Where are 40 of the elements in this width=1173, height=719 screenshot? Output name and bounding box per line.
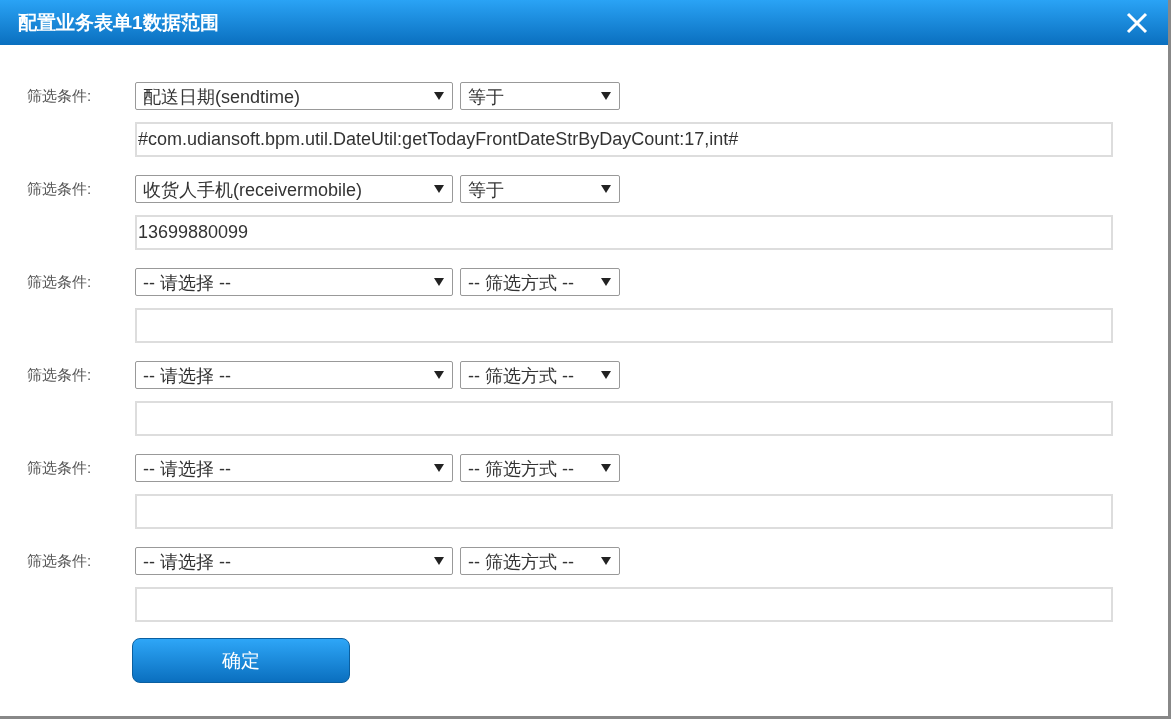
condition-label: 筛选条件:	[27, 551, 93, 571]
close-button[interactable]	[1126, 11, 1148, 34]
dropdown[interactable]: -- 筛选方式 --	[460, 547, 620, 575]
window-title: 配置业务表单1数据范围	[18, 10, 219, 35]
caret-icon	[601, 464, 611, 472]
dropdown[interactable]: -- 请选择 --	[135, 268, 453, 296]
caret-icon	[601, 92, 611, 100]
caret-icon	[601, 185, 611, 193]
condition-label: 筛选条件:	[27, 272, 93, 292]
dropdown[interactable]: -- 请选择 --	[135, 547, 453, 575]
caret-icon	[601, 278, 611, 286]
caret-icon	[434, 371, 444, 379]
dropdown[interactable]: -- 请选择 --	[135, 361, 453, 389]
condition-label: 筛选条件:	[27, 458, 93, 478]
dropdown[interactable]: -- 筛选方式 --	[460, 454, 620, 482]
caret-icon	[434, 92, 444, 100]
dropdown[interactable]: 收货人手机(receivermobile)	[135, 175, 453, 203]
value-field[interactable]	[135, 401, 1113, 436]
caret-icon	[434, 464, 444, 472]
caret-icon	[601, 557, 611, 565]
close-icon	[1126, 11, 1148, 34]
value-field[interactable]: 13699880099	[135, 215, 1113, 250]
confirm-button[interactable]: 确定	[132, 638, 350, 683]
value-field[interactable]	[135, 587, 1113, 622]
condition-label: 筛选条件:	[27, 179, 93, 199]
dropdown[interactable]: -- 筛选方式 --	[460, 361, 620, 389]
dropdown[interactable]: -- 筛选方式 --	[460, 268, 620, 296]
dropdown[interactable]: -- 请选择 --	[135, 454, 453, 482]
caret-icon	[434, 557, 444, 565]
value-field[interactable]	[135, 494, 1113, 529]
dropdown[interactable]: 等于	[460, 175, 620, 203]
condition-label: 筛选条件:	[27, 365, 93, 385]
condition-label: 筛选条件:	[27, 86, 93, 106]
caret-icon	[601, 371, 611, 379]
caret-icon	[434, 185, 444, 193]
value-field[interactable]: #com.udiansoft.bpm.util.DateUtil:getTodayFrontDateStrByDayCount:17,int#	[135, 122, 1113, 157]
dropdown[interactable]: 配送日期(sendtime)	[135, 82, 453, 110]
value-field[interactable]	[135, 308, 1113, 343]
dropdown[interactable]: 等于	[460, 82, 620, 110]
caret-icon	[434, 278, 444, 286]
